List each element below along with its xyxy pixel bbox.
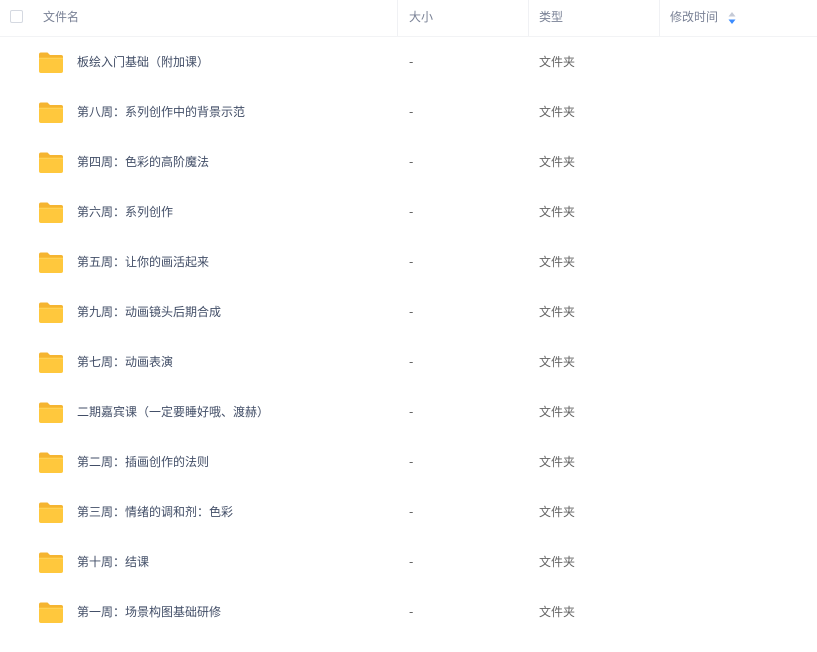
- folder-icon: [39, 52, 63, 73]
- file-type: 文件夹: [539, 355, 576, 369]
- column-header-type[interactable]: 类型: [539, 0, 563, 36]
- file-name[interactable]: 第一周：场景构图基础研修: [77, 587, 221, 637]
- table-row[interactable]: 第三周：情绪的调和剂：色彩 - 文件夹: [0, 487, 817, 537]
- file-type: 文件夹: [539, 155, 576, 169]
- column-divider[interactable]: [659, 0, 660, 36]
- table-row[interactable]: 第六周：系列创作 - 文件夹: [0, 187, 817, 237]
- file-size: -: [409, 305, 414, 319]
- table-row[interactable]: 第九周：动画镜头后期合成 - 文件夹: [0, 287, 817, 337]
- table-row[interactable]: 第一周：场景构图基础研修 - 文件夹: [0, 587, 817, 637]
- file-name[interactable]: 第五周：让你的画活起来: [77, 237, 209, 287]
- file-size: -: [409, 205, 414, 219]
- file-name[interactable]: 第七周：动画表演: [77, 337, 173, 387]
- sort-arrows-icon[interactable]: [727, 11, 737, 25]
- folder-icon: [39, 402, 63, 423]
- file-size: -: [409, 105, 414, 119]
- file-name[interactable]: 第九周：动画镜头后期合成: [77, 287, 221, 337]
- file-name[interactable]: 第四周：色彩的高阶魔法: [77, 137, 209, 187]
- table-row[interactable]: 板绘入门基础（附加课） - 文件夹: [0, 37, 817, 87]
- folder-icon: [39, 602, 63, 623]
- file-type: 文件夹: [539, 455, 576, 469]
- folder-icon: [39, 302, 63, 323]
- file-size: -: [409, 455, 414, 469]
- file-type: 文件夹: [539, 105, 576, 119]
- folder-icon: [39, 352, 63, 373]
- folder-icon: [39, 102, 63, 123]
- folder-icon: [39, 452, 63, 473]
- table-row[interactable]: 第二周：插画创作的法则 - 文件夹: [0, 437, 817, 487]
- column-divider[interactable]: [397, 0, 398, 36]
- column-header-size[interactable]: 大小: [409, 0, 433, 36]
- file-type: 文件夹: [539, 555, 576, 569]
- file-name[interactable]: 第六周：系列创作: [77, 187, 173, 237]
- table-row[interactable]: 二期嘉宾课（一定要睡好哦、渡赫） - 文件夹: [0, 387, 817, 437]
- file-size: -: [409, 55, 414, 69]
- file-size: -: [409, 405, 414, 419]
- file-type: 文件夹: [539, 255, 576, 269]
- column-header-modified-time[interactable]: 修改时间: [670, 0, 718, 36]
- file-size: -: [409, 355, 414, 369]
- file-name[interactable]: 第二周：插画创作的法则: [77, 437, 209, 487]
- folder-icon: [39, 152, 63, 173]
- file-name[interactable]: 第三周：情绪的调和剂：色彩: [77, 487, 233, 537]
- file-size: -: [409, 255, 414, 269]
- file-rows: 板绘入门基础（附加课） - 文件夹 第八周：系列创作中的背景示范 - 文件夹 第…: [0, 37, 817, 637]
- file-type: 文件夹: [539, 305, 576, 319]
- folder-icon: [39, 502, 63, 523]
- file-type: 文件夹: [539, 505, 576, 519]
- table-row[interactable]: 第八周：系列创作中的背景示范 - 文件夹: [0, 87, 817, 137]
- table-row[interactable]: 第七周：动画表演 - 文件夹: [0, 337, 817, 387]
- file-name[interactable]: 第十周：结课: [77, 537, 149, 587]
- column-divider[interactable]: [528, 0, 529, 36]
- folder-icon: [39, 552, 63, 573]
- file-type: 文件夹: [539, 55, 576, 69]
- select-all-checkbox[interactable]: [10, 10, 23, 23]
- folder-icon: [39, 252, 63, 273]
- file-list: 文件名 大小 类型 修改时间 板绘入门基础（附加课） - 文件夹 第八周：系列创…: [0, 0, 817, 652]
- file-name[interactable]: 第八周：系列创作中的背景示范: [77, 87, 245, 137]
- file-type: 文件夹: [539, 205, 576, 219]
- column-header-name[interactable]: 文件名: [43, 0, 79, 36]
- table-row[interactable]: 第四周：色彩的高阶魔法 - 文件夹: [0, 137, 817, 187]
- table-row[interactable]: 第五周：让你的画活起来 - 文件夹: [0, 237, 817, 287]
- file-size: -: [409, 155, 414, 169]
- file-name[interactable]: 板绘入门基础（附加课）: [77, 37, 209, 87]
- table-row[interactable]: 第十周：结课 - 文件夹: [0, 537, 817, 587]
- folder-icon: [39, 202, 63, 223]
- file-type: 文件夹: [539, 605, 576, 619]
- file-size: -: [409, 505, 414, 519]
- file-name[interactable]: 二期嘉宾课（一定要睡好哦、渡赫）: [77, 387, 269, 437]
- file-size: -: [409, 555, 414, 569]
- list-header: 文件名 大小 类型 修改时间: [0, 0, 817, 37]
- file-size: -: [409, 605, 414, 619]
- file-type: 文件夹: [539, 405, 576, 419]
